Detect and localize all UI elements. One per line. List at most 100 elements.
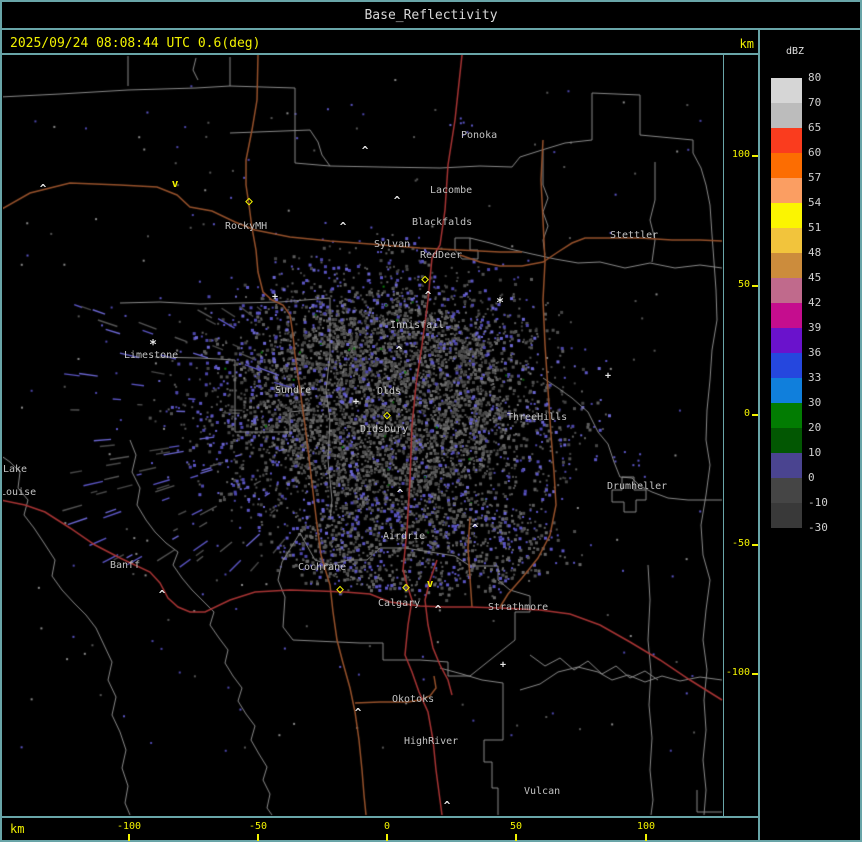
right-axis-tick-mark [752,544,758,546]
colorbar-swatch [771,453,802,478]
colorbar-value-label: -10 [808,496,852,509]
city-label: Sylvan [374,239,410,250]
frame-left [0,0,2,842]
plus-marker-icon: + [272,293,278,303]
bottom-axis-tick-mark [515,834,517,841]
colorbar-swatch [771,103,802,128]
right-axis-tick-mark [752,285,758,287]
right-axis-tick-label: 50 [710,279,750,290]
caret-marker-icon: ^ [472,523,479,534]
city-label: Ponoka [461,130,497,141]
colorbar-value-label: 33 [808,371,852,384]
colorbar-swatch [771,403,802,428]
colorbar-value-label: 70 [808,96,852,109]
bottom-axis-tick-label: -100 [107,821,151,832]
city-label: RockyMH [225,221,267,232]
city-label: HighRiver [404,736,458,747]
bottom-axis-tick-mark [257,834,259,841]
city-label: Sundre [275,385,311,396]
asterisk-marker-icon: * [149,339,157,352]
city-label: Lacombe [430,185,472,196]
colorbar-swatch [771,178,802,203]
city-label: Cochrane [298,562,346,573]
colorbar-value-label: 0 [808,471,852,484]
colorbar-value-label: 51 [808,221,852,234]
caret-marker-icon: ^ [396,345,403,356]
colorbar-swatch [771,128,802,153]
city-label: Louise [3,487,36,498]
colorbar-swatch [771,503,802,528]
caret-marker-icon: ^ [159,589,166,600]
city-label: Vulcan [524,786,560,797]
colorbar-left-border [758,28,760,842]
map-bottom-border [0,816,760,818]
caret-marker-icon: ^ [425,290,432,301]
bottom-axis-tick-label: 0 [365,821,409,832]
map-viewport: Ponoka Lacombe BlackfaldsSylvan RedDeer Rock… [3,55,723,816]
bottom-axis-tick-label: 100 [624,821,668,832]
colorbar-value-label: 65 [808,121,852,134]
colorbar-value-label: 30 [808,396,852,409]
city-label: Calgary [378,598,420,609]
right-axis-tick-label: -100 [710,667,750,678]
colorbar-swatch [771,428,802,453]
caret-marker-icon: ^ [397,488,404,499]
right-axis-tick-mark [752,155,758,157]
chevron-marker-icon: v [172,178,179,189]
bottom-axis-unit-label: km [10,822,24,836]
radar-application-window: Base_Reflectivity 2025/09/24 08:08:44 UT… [0,0,862,842]
caret-marker-icon: ^ [362,145,369,156]
colorbar-swatch [771,278,802,303]
map-canvas[interactable] [3,55,723,816]
right-axis-tick-label: 100 [710,149,750,160]
colorbar-swatch [771,328,802,353]
city-label: ThreeHills [507,412,567,423]
radar-site-icon: ◇ [383,409,391,422]
colorbar-value-label: 54 [808,196,852,209]
radar-site-icon: ◇ [421,273,429,286]
caret-marker-icon: ^ [340,221,347,232]
caret-marker-icon: ^ [394,195,401,206]
bottom-axis-tick-label: 50 [494,821,538,832]
colorbar-value-label: 60 [808,146,852,159]
caret-marker-icon: ^ [435,604,442,615]
colorbar-value-label: 36 [808,346,852,359]
right-axis-tick-mark [752,673,758,675]
city-label: Didsbury [360,424,408,435]
colorbar-swatch [771,153,802,178]
city-label: Drumheller [607,481,667,492]
colorbar-value-label: 45 [808,271,852,284]
city-label: Banff [110,560,140,571]
colorbar-swatch [771,78,802,103]
colorbar-value-label: 80 [808,71,852,84]
radar-site-icon: ◇ [336,583,344,596]
asterisk-marker-icon: * [496,297,504,310]
title-divider [0,28,862,30]
city-label: Blackfalds [412,217,472,228]
colorbar-value-label: -30 [808,521,852,534]
city-label: Olds [377,386,401,397]
colorbar-value-label: 10 [808,446,852,459]
colorbar-value-label: 57 [808,171,852,184]
right-axis-tick-mark [752,414,758,416]
colorbar-value-label: 20 [808,421,852,434]
colorbar-value-label: 42 [808,296,852,309]
right-axis-unit-label: km [712,37,754,51]
colorbar-value-label: 48 [808,246,852,259]
radar-site-icon: ◇ [245,195,253,208]
city-label: Airdrie [383,531,425,542]
right-axis-tick-label: 0 [710,408,750,419]
window-title: Base_Reflectivity [0,8,862,23]
city-label: RedDeer [420,250,462,261]
chevron-marker-icon: v [427,578,434,589]
colorbar-swatch [771,228,802,253]
caret-marker-icon: ^ [444,800,451,811]
colorbar-swatch [771,378,802,403]
plus-marker-icon: + [605,372,611,382]
plus-marker-icon: + [353,398,359,408]
city-label: Innisfail [390,320,444,331]
colorbar-swatch [771,203,802,228]
city-label: Stettler [610,230,658,241]
bottom-axis-tick-mark [128,834,130,841]
caret-marker-icon: ^ [40,183,47,194]
